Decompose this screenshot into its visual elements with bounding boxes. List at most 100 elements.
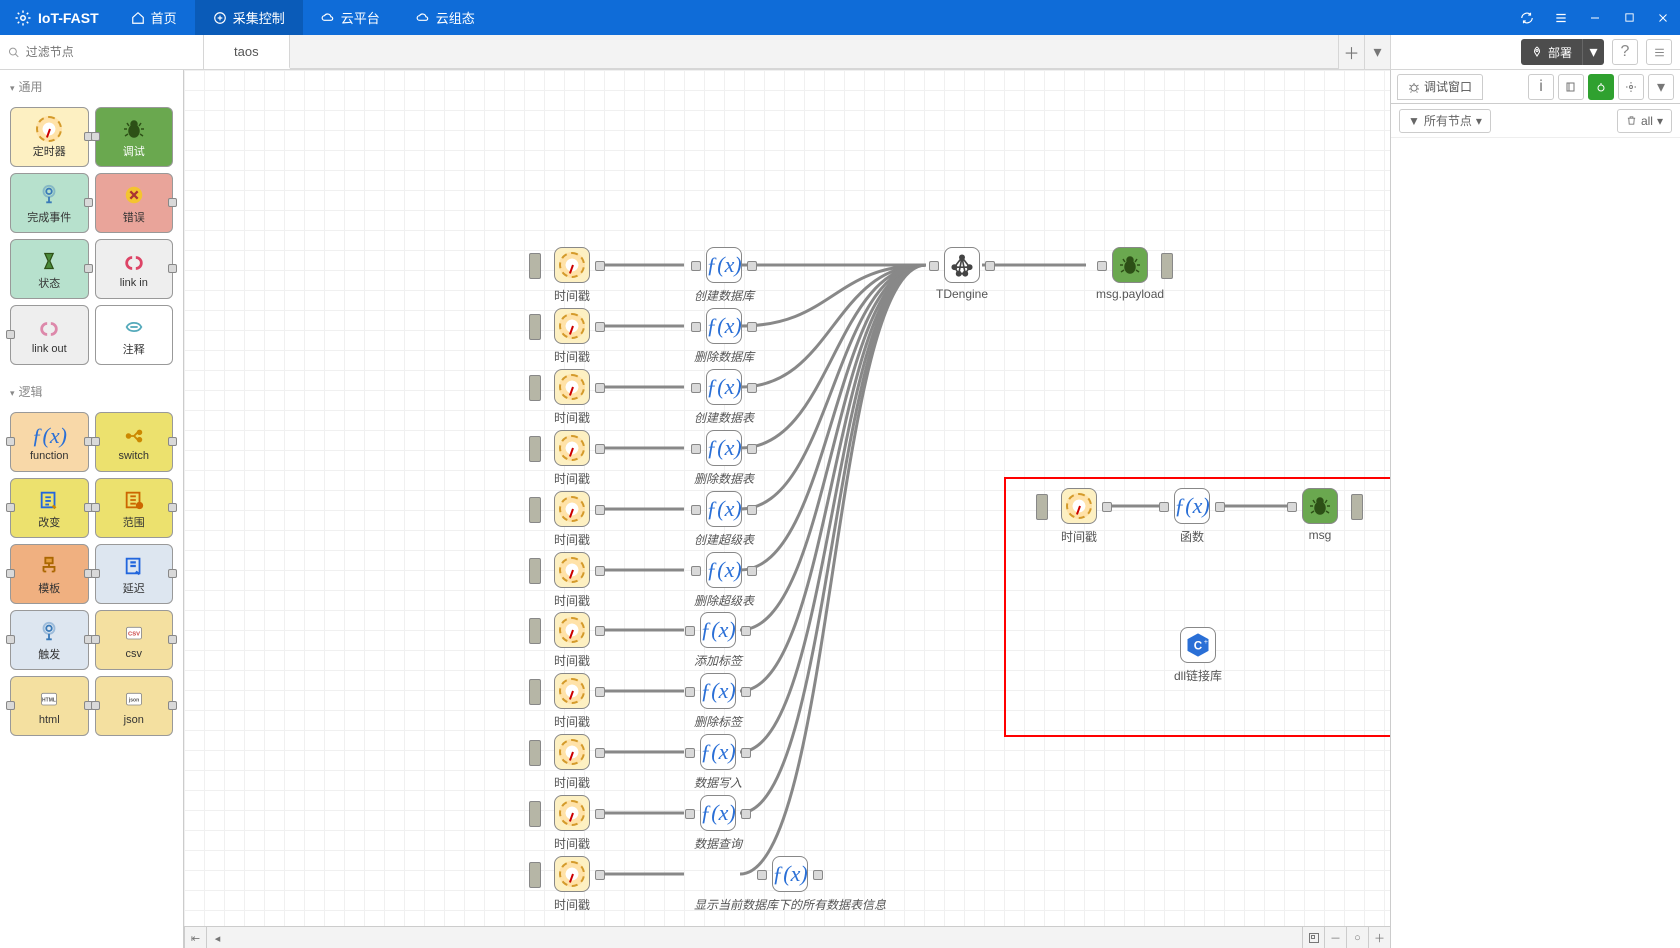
filter-input[interactable] (26, 45, 195, 59)
input-port[interactable] (691, 444, 701, 454)
deploy-dropdown[interactable]: ▾ (1582, 39, 1604, 65)
function-node-0[interactable]: ƒ(x)创建数据库 (694, 247, 754, 304)
function-node-10[interactable]: ƒ(x)显示当前数据库下的所有数据表信息 (694, 856, 886, 913)
output-port[interactable] (747, 261, 757, 271)
nav-cloud[interactable]: 云平台 (303, 0, 398, 35)
nav-collect[interactable]: 采集控制 (195, 0, 303, 35)
palette-node-定时器[interactable]: 定时器 (10, 107, 89, 167)
palette-node-json[interactable]: jsonjson (95, 676, 174, 736)
maximize-button[interactable] (1612, 0, 1646, 35)
palette-node-注释[interactable]: 注释 (95, 305, 174, 365)
flow-tab-taos[interactable]: taos (204, 35, 290, 69)
output-port[interactable] (595, 505, 605, 515)
zoom-out-button[interactable]: － (1324, 927, 1346, 948)
refresh-button[interactable] (1510, 0, 1544, 35)
palette-node-延迟[interactable]: 延迟 (95, 544, 174, 604)
timer-node-10[interactable]: 时间戳 (554, 856, 590, 913)
palette-node-switch[interactable]: switch (95, 412, 174, 472)
function-node-7[interactable]: ƒ(x)删除标签 (694, 673, 742, 730)
timer-node-3[interactable]: 时间戳 (554, 430, 590, 487)
zoom-reset-button[interactable]: ○ (1346, 927, 1368, 948)
help-tab-button[interactable] (1558, 74, 1584, 100)
palette-node-错误[interactable]: 错误 (95, 173, 174, 233)
debug-tab-button[interactable] (1588, 74, 1614, 100)
inject-button[interactable] (529, 679, 541, 705)
minimize-button[interactable] (1578, 0, 1612, 35)
palette-node-html[interactable]: HTMLhtml (10, 676, 89, 736)
footer-collapse-left[interactable]: ◂ (206, 927, 228, 948)
nav-cloudcfg[interactable]: 云组态 (398, 0, 493, 35)
function-node-1[interactable]: ƒ(x)删除数据库 (694, 308, 754, 365)
zoom-in-button[interactable]: ＋ (1368, 927, 1390, 948)
timer-node-2[interactable]: 时间戳 (554, 369, 590, 426)
palette-node-完成事件[interactable]: 完成事件 (10, 173, 89, 233)
input-port[interactable] (685, 748, 695, 758)
config-tab-button[interactable] (1618, 74, 1644, 100)
inject-button[interactable] (529, 253, 541, 279)
output-port[interactable] (747, 566, 757, 576)
output-port[interactable] (595, 566, 605, 576)
function-node-4[interactable]: ƒ(x)创建超级表 (694, 491, 754, 548)
timer-node-6[interactable]: 时间戳 (554, 612, 590, 669)
function-node-6[interactable]: ƒ(x)添加标签 (694, 612, 742, 669)
inject-button[interactable] (529, 497, 541, 523)
inject-button[interactable] (529, 436, 541, 462)
input-port[interactable] (1097, 261, 1107, 271)
debug-clear-button[interactable]: all▾ (1617, 109, 1672, 133)
input-port[interactable] (929, 261, 939, 271)
inject-button[interactable] (529, 862, 541, 888)
debug-node-payload[interactable]: msg.payload (1096, 247, 1164, 301)
deploy-button[interactable]: 部署 ▾ (1521, 39, 1604, 65)
timer-node-0[interactable]: 时间戳 (554, 247, 590, 304)
input-port[interactable] (691, 505, 701, 515)
inject-button[interactable] (529, 618, 541, 644)
palette-node-调试[interactable]: 调试 (95, 107, 174, 167)
menu-button[interactable] (1544, 0, 1578, 35)
debug-filter-dropdown[interactable]: ▼所有节点▾ (1399, 109, 1491, 133)
output-port[interactable] (595, 626, 605, 636)
function-node-8[interactable]: ƒ(x)数据写入 (694, 734, 742, 791)
palette-cat-logic[interactable]: 逻辑 (0, 375, 183, 408)
output-port[interactable] (747, 383, 757, 393)
timer-node-7[interactable]: 时间戳 (554, 673, 590, 730)
output-port[interactable] (985, 261, 995, 271)
function-node-3[interactable]: ƒ(x)删除数据表 (694, 430, 754, 487)
timer-node-9[interactable]: 时间戳 (554, 795, 590, 852)
input-port[interactable] (757, 870, 767, 880)
add-flow-button[interactable]: ＋ (1338, 35, 1364, 69)
output-port[interactable] (741, 687, 751, 697)
main-menu-button[interactable] (1646, 39, 1672, 65)
palette-node-function[interactable]: ƒ(x)function (10, 412, 89, 472)
input-port[interactable] (691, 566, 701, 576)
output-port[interactable] (595, 383, 605, 393)
palette-node-触发[interactable]: 触发 (10, 610, 89, 670)
output-port[interactable] (813, 870, 823, 880)
input-port[interactable] (691, 261, 701, 271)
input-port[interactable] (691, 322, 701, 332)
info-tab-button[interactable]: i (1528, 74, 1554, 100)
flow-menu-button[interactable]: ▾ (1364, 35, 1390, 69)
output-port[interactable] (747, 444, 757, 454)
inject-button[interactable] (529, 314, 541, 340)
output-port[interactable] (595, 870, 605, 880)
input-port[interactable] (685, 626, 695, 636)
timer-node-5[interactable]: 时间戳 (554, 552, 590, 609)
output-port[interactable] (747, 505, 757, 515)
input-port[interactable] (685, 809, 695, 819)
flow-canvas[interactable]: 时间戳时间戳时间戳时间戳时间戳时间戳时间戳时间戳时间戳时间戳时间戳ƒ(x)创建数… (184, 70, 1390, 948)
function-node-5[interactable]: ƒ(x)删除超级表 (694, 552, 754, 609)
timer-node-1[interactable]: 时间戳 (554, 308, 590, 365)
palette-node-状态[interactable]: 状态 (10, 239, 89, 299)
palette-node-link in[interactable]: link in (95, 239, 174, 299)
inject-button[interactable] (529, 558, 541, 584)
palette-node-范围[interactable]: 范围 (95, 478, 174, 538)
navigator-button[interactable] (1302, 927, 1324, 948)
palette-node-改变[interactable]: 改变 (10, 478, 89, 538)
output-port[interactable] (741, 809, 751, 819)
output-port[interactable] (595, 322, 605, 332)
output-port[interactable] (741, 748, 751, 758)
timer-node-4[interactable]: 时间戳 (554, 491, 590, 548)
debug-toggle[interactable] (1161, 253, 1173, 279)
output-port[interactable] (595, 444, 605, 454)
output-port[interactable] (741, 626, 751, 636)
